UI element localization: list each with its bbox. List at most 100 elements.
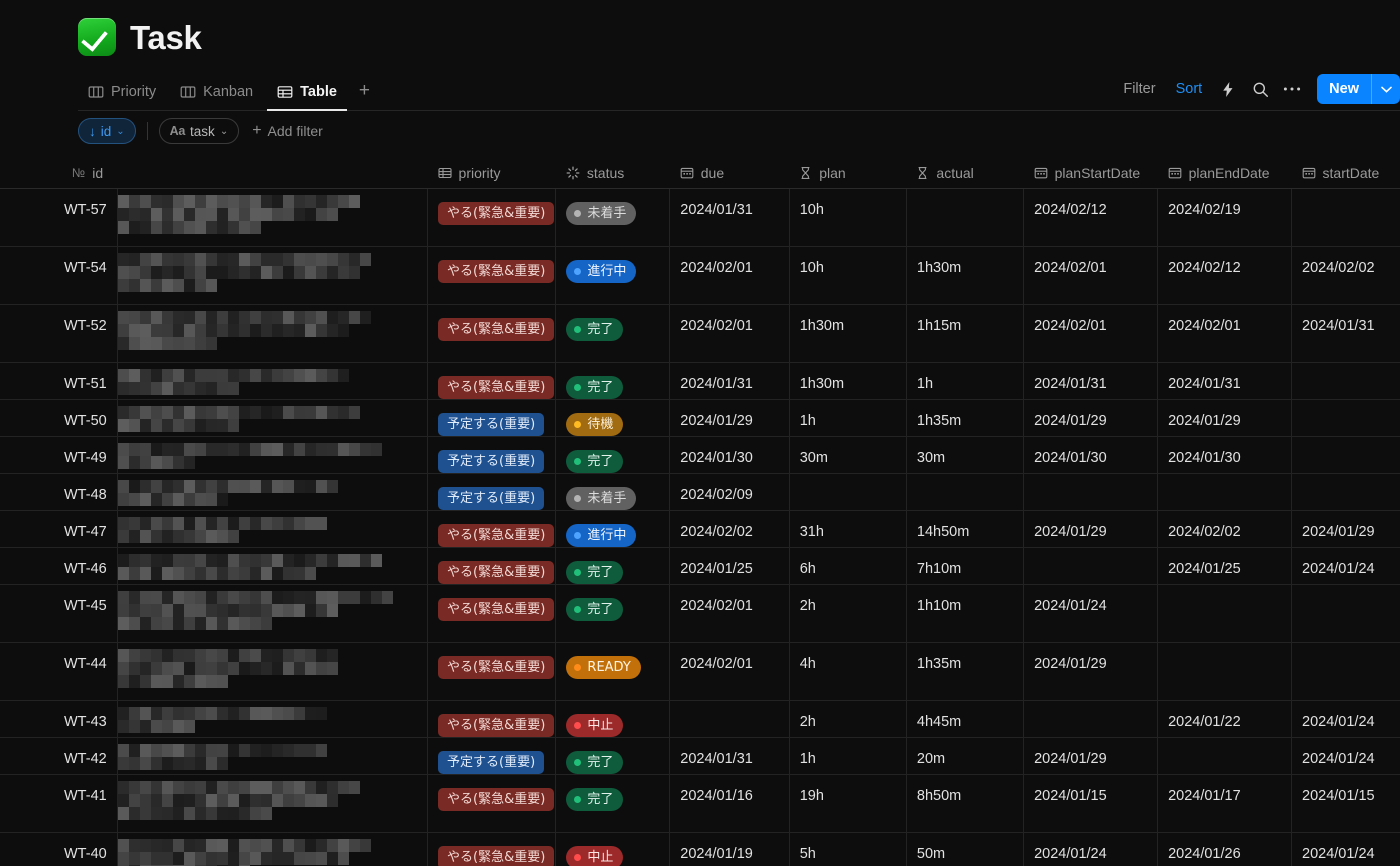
cell-planenddate[interactable]: 2024/01/17 (1157, 774, 1293, 833)
cell-id[interactable]: WT-42 (0, 737, 118, 775)
cell-due[interactable]: 2024/02/02 (669, 510, 790, 548)
table-row[interactable]: WT-51 やる(緊急&重要) 完了 2024/01/31 1h30m 1h 2024/01… (0, 362, 1400, 400)
cell-task[interactable] (117, 188, 429, 247)
cell-startdate[interactable] (1291, 399, 1400, 437)
cell-id[interactable]: WT-48 (0, 473, 118, 511)
cell-task[interactable] (117, 737, 429, 775)
cell-actual[interactable]: 1h30m (906, 246, 1025, 305)
cell-status[interactable]: 完了 (555, 774, 671, 833)
cell-actual[interactable]: 1h35m (906, 642, 1025, 701)
cell-priority[interactable]: やる(緊急&重要) (427, 642, 557, 701)
cell-planenddate[interactable]: 2024/02/02 (1157, 510, 1293, 548)
cell-actual[interactable]: 1h10m (906, 584, 1025, 643)
cell-planenddate[interactable]: 2024/02/01 (1157, 304, 1293, 363)
cell-priority[interactable]: やる(緊急&重要) (427, 510, 557, 548)
new-button[interactable]: New (1317, 74, 1400, 104)
cell-task[interactable] (117, 700, 429, 738)
table-row[interactable]: WT-50 予定する(重要) 待機 2024/01/29 1h 1h35m 2024/01/… (0, 399, 1400, 437)
cell-status[interactable]: 完了 (555, 547, 671, 585)
cell-status[interactable]: READY (555, 642, 671, 701)
cell-task[interactable] (117, 547, 429, 585)
cell-task[interactable] (117, 642, 429, 701)
cell-plan[interactable]: 5h (789, 832, 907, 866)
cell-planenddate[interactable]: 2024/01/22 (1157, 700, 1293, 738)
cell-planenddate[interactable]: 2024/02/19 (1157, 188, 1293, 247)
cell-actual[interactable]: 8h50m (906, 774, 1025, 833)
lightning-icon[interactable] (1213, 75, 1243, 103)
cell-id[interactable]: WT-57 (0, 188, 118, 247)
col-header-planenddate[interactable]: planEndDate (1157, 158, 1292, 189)
cell-id[interactable]: WT-51 (0, 362, 118, 400)
cell-planstartdate[interactable]: 2024/01/29 (1023, 737, 1159, 775)
cell-priority[interactable]: やる(緊急&重要) (427, 246, 557, 305)
cell-priority[interactable]: 予定する(重要) (427, 436, 557, 474)
cell-planenddate[interactable] (1157, 584, 1293, 643)
cell-due[interactable]: 2024/01/30 (669, 436, 790, 474)
cell-planstartdate[interactable]: 2024/02/01 (1023, 246, 1159, 305)
cell-plan[interactable]: 6h (789, 547, 907, 585)
cell-status[interactable]: 待機 (555, 399, 671, 437)
tab-kanban[interactable]: Kanban (170, 78, 263, 111)
cell-status[interactable]: 完了 (555, 362, 671, 400)
cell-priority[interactable]: やる(緊急&重要) (427, 774, 557, 833)
cell-plan[interactable]: 30m (789, 436, 907, 474)
cell-id[interactable]: WT-41 (0, 774, 118, 833)
cell-startdate[interactable] (1291, 473, 1400, 511)
table-row[interactable]: WT-46 やる(緊急&重要) 完了 2024/01/25 6h 7h10m 2024/01… (0, 547, 1400, 585)
cell-plan[interactable] (789, 473, 907, 511)
cell-planstartdate[interactable]: 2024/02/12 (1023, 188, 1159, 247)
col-header-planstartdate[interactable]: planStartDate (1023, 158, 1158, 189)
cell-task[interactable] (117, 774, 429, 833)
cell-due[interactable]: 2024/01/16 (669, 774, 790, 833)
col-header-task[interactable] (117, 158, 428, 189)
cell-due[interactable]: 2024/01/31 (669, 362, 790, 400)
table-row[interactable]: WT-49 予定する(重要) 完了 2024/01/30 30m 30m 2024/01/3… (0, 436, 1400, 474)
cell-planenddate[interactable] (1157, 737, 1293, 775)
cell-due[interactable]: 2024/01/31 (669, 737, 790, 775)
cell-planenddate[interactable]: 2024/01/26 (1157, 832, 1293, 866)
col-header-actual[interactable]: actual (906, 158, 1024, 189)
cell-plan[interactable]: 10h (789, 246, 907, 305)
cell-status[interactable]: 完了 (555, 737, 671, 775)
filter-chip-task[interactable]: Aa task ⌄ (158, 118, 240, 144)
cell-plan[interactable]: 4h (789, 642, 907, 701)
search-icon[interactable] (1245, 75, 1275, 103)
cell-plan[interactable]: 31h (789, 510, 907, 548)
cell-status[interactable]: 未着手 (555, 473, 671, 511)
cell-plan[interactable]: 2h (789, 584, 907, 643)
cell-priority[interactable]: やる(緊急&重要) (427, 832, 557, 866)
cell-startdate[interactable] (1291, 188, 1400, 247)
cell-planenddate[interactable]: 2024/01/31 (1157, 362, 1293, 400)
table-row[interactable]: WT-42 予定する(重要) 完了 2024/01/31 1h 20m 2024/01/29… (0, 737, 1400, 775)
tab-table[interactable]: Table (267, 78, 347, 111)
col-header-startdate[interactable]: startDate (1291, 158, 1400, 189)
cell-startdate[interactable] (1291, 584, 1400, 643)
table-row[interactable]: WT-44 やる(緊急&重要) READY 2024/02/01 4h 1h35m 2024… (0, 642, 1400, 701)
table-row[interactable]: WT-52 やる(緊急&重要) 完了 2024/02/01 1h30m 1h15m 2024… (0, 304, 1400, 363)
cell-due[interactable]: 2024/01/31 (669, 188, 790, 247)
cell-planstartdate[interactable]: 2024/01/29 (1023, 510, 1159, 548)
cell-id[interactable]: WT-43 (0, 700, 118, 738)
cell-status[interactable]: 中止 (555, 700, 671, 738)
cell-priority[interactable]: 予定する(重要) (427, 737, 557, 775)
table-row[interactable]: WT-43 やる(緊急&重要) 中止 2h 4h45m 2024/01/22 2024/01… (0, 700, 1400, 738)
cell-status[interactable]: 完了 (555, 584, 671, 643)
cell-due[interactable] (669, 700, 790, 738)
cell-id[interactable]: WT-40 (0, 832, 118, 866)
chevron-down-icon[interactable] (1372, 74, 1400, 104)
cell-task[interactable] (117, 304, 429, 363)
cell-priority[interactable]: やる(緊急&重要) (427, 304, 557, 363)
cell-id[interactable]: WT-52 (0, 304, 118, 363)
cell-id[interactable]: WT-50 (0, 399, 118, 437)
cell-due[interactable]: 2024/02/01 (669, 246, 790, 305)
cell-plan[interactable]: 1h (789, 399, 907, 437)
cell-startdate[interactable]: 2024/01/31 (1291, 304, 1400, 363)
cell-planstartdate[interactable]: 2024/01/29 (1023, 642, 1159, 701)
cell-due[interactable]: 2024/02/01 (669, 584, 790, 643)
cell-planenddate[interactable]: 2024/01/30 (1157, 436, 1293, 474)
col-header-status[interactable]: status (555, 158, 670, 189)
add-view-button[interactable]: + (351, 75, 378, 109)
cell-status[interactable]: 進行中 (555, 246, 671, 305)
cell-startdate[interactable]: 2024/02/02 (1291, 246, 1400, 305)
cell-planstartdate[interactable]: 2024/01/31 (1023, 362, 1159, 400)
